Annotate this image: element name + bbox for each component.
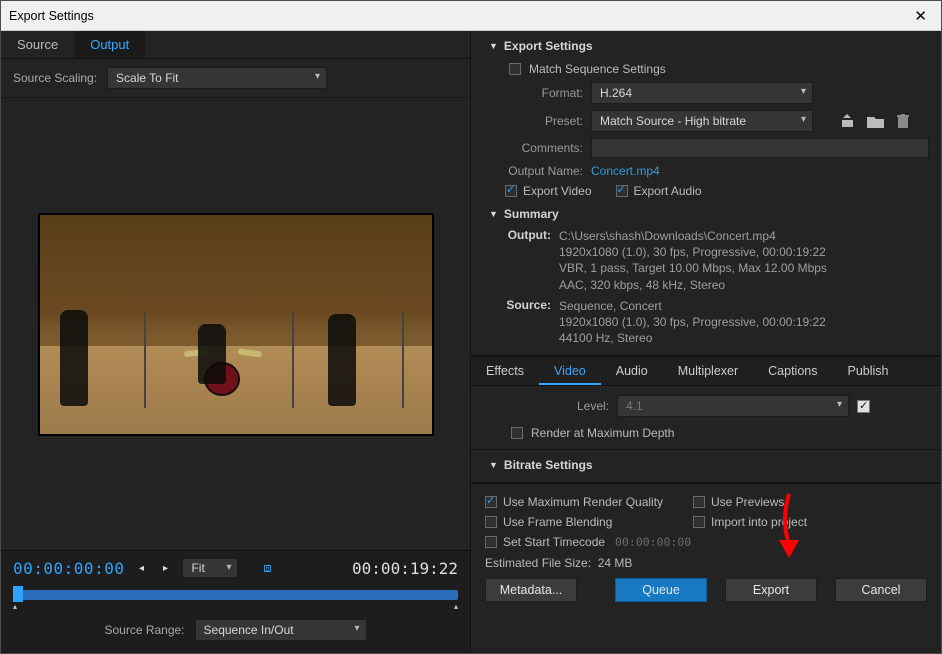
zoom-fit-dropdown[interactable]: Fit (182, 558, 238, 578)
format-dropdown[interactable]: H.264 (591, 82, 813, 104)
content-area: Source Output Source Scaling: Scale To F… (1, 31, 941, 653)
subtab-audio[interactable]: Audio (601, 357, 663, 385)
render-max-depth-label: Render at Maximum Depth (531, 426, 674, 440)
comments-label: Comments: (489, 141, 583, 155)
preset-value: Match Source - High bitrate (600, 114, 746, 128)
close-icon[interactable]: ✕ (908, 5, 933, 27)
cancel-button[interactable]: Cancel (835, 578, 927, 602)
right-panel: ▼ Export Settings Match Sequence Setting… (471, 31, 941, 653)
frame-blending-label: Use Frame Blending (503, 515, 612, 529)
prev-frame-icon[interactable]: ◂ (134, 561, 148, 575)
summary-output-lines: C:\Users\shash\Downloads\Concert.mp4 192… (559, 228, 929, 293)
window-title: Export Settings (9, 9, 94, 23)
format-value: H.264 (600, 86, 632, 100)
export-settings-window: Export Settings ✕ Source Output Source S… (0, 0, 942, 654)
summary-block: Output: C:\Users\shash\Downloads\Concert… (489, 227, 929, 347)
preset-label: Preset: (489, 114, 583, 128)
tab-source[interactable]: Source (1, 31, 74, 58)
preview-area (1, 98, 470, 550)
set-start-timecode-label: Set Start Timecode (503, 535, 605, 549)
next-frame-icon[interactable]: ▸ (158, 561, 172, 575)
left-panel: Source Output Source Scaling: Scale To F… (1, 31, 471, 653)
source-range-value: Sequence In/Out (204, 623, 294, 637)
bitrate-section: ▼ Bitrate Settings (471, 449, 941, 483)
video-preview[interactable] (38, 213, 434, 436)
save-preset-icon[interactable] (837, 111, 857, 131)
chevron-down-icon[interactable]: ▼ (489, 209, 498, 219)
export-button[interactable]: Export (725, 578, 817, 602)
match-sequence-checkbox[interactable] (509, 63, 521, 75)
export-audio-label: Export Audio (634, 184, 702, 198)
delete-preset-icon[interactable] (893, 111, 913, 131)
video-settings-panel: Level: 4.1 Render at Maximum Depth (471, 386, 941, 449)
summary-output-label: Output: (501, 228, 551, 293)
output-name-link[interactable]: Concert.mp4 (591, 164, 660, 178)
summary-source-lines: Sequence, Concert 1920x1080 (1.0), 30 fp… (559, 298, 929, 347)
summary-heading: Summary (504, 207, 559, 221)
level-label: Level: (489, 399, 609, 413)
bitrate-heading: Bitrate Settings (504, 458, 593, 472)
subtab-effects[interactable]: Effects (471, 357, 539, 385)
metadata-button[interactable]: Metadata... (485, 578, 577, 602)
source-scaling-value: Scale To Fit (116, 71, 178, 85)
subtab-captions[interactable]: Captions (753, 357, 832, 385)
frame-blending-checkbox[interactable] (485, 516, 497, 528)
output-name-label: Output Name: (489, 164, 583, 178)
level-value: 4.1 (626, 399, 643, 413)
max-render-quality-label: Use Maximum Render Quality (503, 495, 663, 509)
export-settings-section: ▼ Export Settings Match Sequence Setting… (471, 31, 941, 356)
match-sequence-label: Match Sequence Settings (529, 62, 666, 76)
transport-bar: 00:00:00:00 ◂ ▸ Fit ⧈ 00:00:19:22 ▴▴ Sou… (1, 550, 470, 653)
source-range-label: Source Range: (104, 623, 184, 637)
end-timecode: 00:00:19:22 (352, 559, 458, 578)
set-start-timecode-checkbox[interactable] (485, 536, 497, 548)
safe-margins-icon[interactable]: ⧈ (260, 561, 274, 575)
max-render-quality-checkbox[interactable] (485, 496, 497, 508)
current-timecode[interactable]: 00:00:00:00 (13, 559, 124, 578)
use-previews-label: Use Previews (711, 495, 784, 509)
subtab-video[interactable]: Video (539, 357, 601, 385)
source-scaling-dropdown[interactable]: Scale To Fit (107, 67, 327, 89)
titlebar: Export Settings ✕ (1, 1, 941, 31)
format-label: Format: (489, 86, 583, 100)
subtab-publish[interactable]: Publish (833, 357, 904, 385)
export-settings-heading: Export Settings (504, 39, 593, 53)
chevron-down-icon[interactable]: ▼ (489, 460, 498, 470)
tab-output[interactable]: Output (74, 31, 145, 58)
settings-subtabs: Effects Video Audio Multiplexer Captions… (471, 356, 941, 386)
summary-source-label: Source: (501, 298, 551, 347)
subtab-multiplexer[interactable]: Multiplexer (663, 357, 753, 385)
source-scaling-label: Source Scaling: (13, 71, 97, 85)
zoom-fit-value: Fit (191, 561, 204, 575)
queue-button[interactable]: Queue (615, 578, 707, 602)
estimated-size-value: 24 MB (598, 556, 633, 570)
import-preset-icon[interactable] (865, 111, 885, 131)
render-max-depth-checkbox[interactable] (511, 427, 523, 439)
chevron-down-icon[interactable]: ▼ (489, 41, 498, 51)
timeline-scrubber[interactable]: ▴▴ (13, 587, 458, 609)
import-project-checkbox[interactable] (693, 516, 705, 528)
start-timecode-value: 00:00:00:00 (611, 535, 691, 549)
export-audio-checkbox[interactable] (616, 185, 628, 197)
source-scaling-row: Source Scaling: Scale To Fit (1, 59, 470, 98)
preset-dropdown[interactable]: Match Source - High bitrate (591, 110, 813, 132)
preview-tabs: Source Output (1, 31, 470, 59)
comments-input[interactable] (591, 138, 929, 158)
import-project-label: Import into project (711, 515, 807, 529)
level-dropdown[interactable]: 4.1 (617, 395, 849, 417)
source-range-dropdown[interactable]: Sequence In/Out (195, 619, 367, 641)
export-video-label: Export Video (523, 184, 592, 198)
estimated-size-label: Estimated File Size: (485, 556, 591, 570)
use-previews-checkbox[interactable] (693, 496, 705, 508)
export-video-checkbox[interactable] (505, 185, 517, 197)
level-match-checkbox[interactable] (857, 400, 870, 413)
footer-panel: Use Maximum Render Quality Use Previews … (471, 483, 941, 610)
